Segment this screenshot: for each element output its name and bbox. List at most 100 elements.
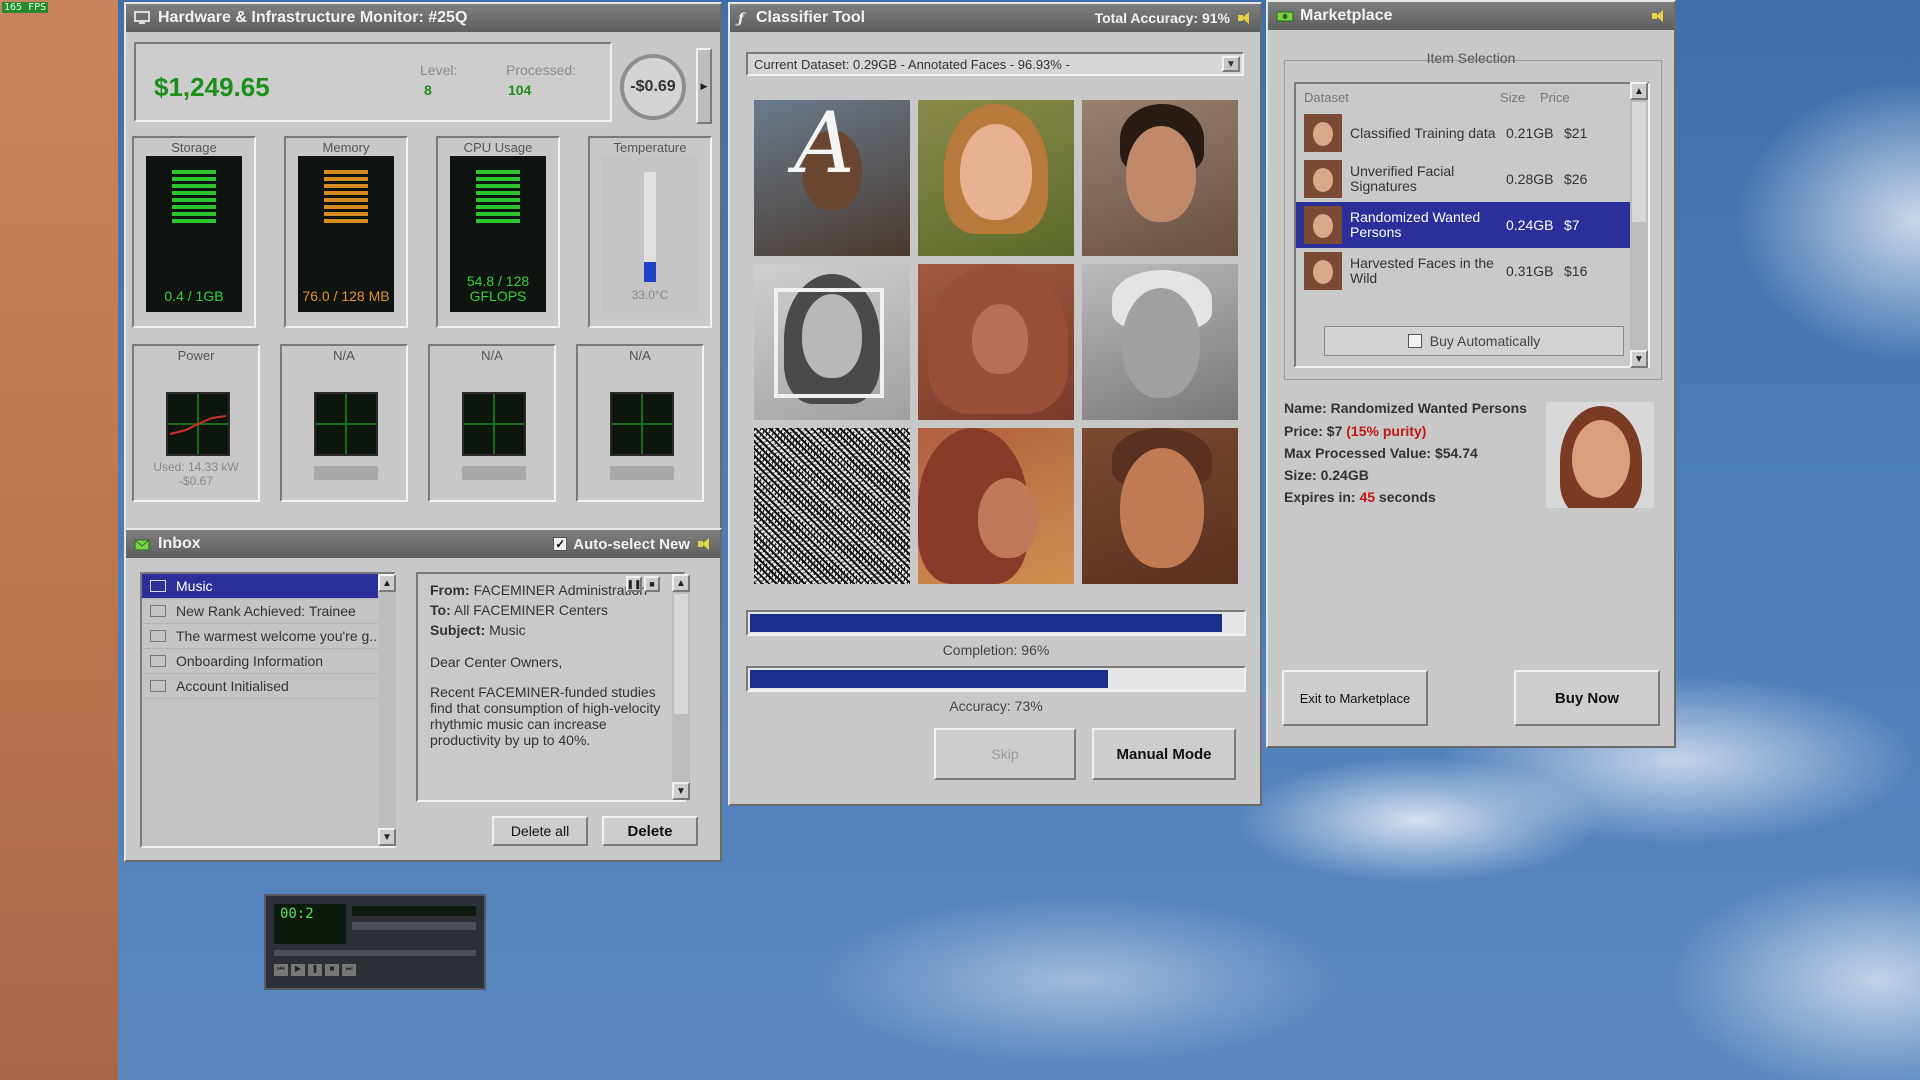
accuracy-label: Accuracy: 73% — [949, 698, 1043, 714]
selection-box[interactable] — [774, 288, 884, 398]
skip-button[interactable]: Skip — [934, 728, 1076, 780]
dataset-dropdown[interactable]: Current Dataset: 0.29GB - Annotated Face… — [746, 52, 1244, 76]
scroll-up-icon[interactable]: ▲ — [378, 574, 396, 592]
mail-list-scrollbar[interactable]: ▲ ▼ — [378, 574, 396, 846]
dataset-scroll-up-icon[interactable]: ▲ — [1630, 82, 1648, 100]
dataset-row[interactable]: Randomized Wanted Persons 0.24GB $7 — [1296, 202, 1648, 248]
col-size: Size — [1500, 89, 1526, 105]
next-icon[interactable]: ⏭ — [342, 964, 356, 976]
meter-segment — [324, 212, 368, 216]
mail-item-label: Onboarding Information — [176, 653, 324, 669]
processed-label: Processed: — [506, 62, 577, 78]
dataset-list-scrollbar[interactable]: ▲ ▼ — [1630, 82, 1648, 368]
inbox-sound-icon[interactable] — [698, 537, 712, 551]
inbox-icon — [134, 537, 150, 551]
mail-list-item[interactable]: New Rank Achieved: Trainee — [142, 599, 394, 624]
dataset-scroll-down-icon[interactable]: ▼ — [1630, 350, 1648, 368]
dataset-scroll-thumb[interactable] — [1632, 102, 1646, 222]
marketplace-titlebar[interactable]: Marketplace — [1268, 2, 1674, 30]
exit-to-marketplace-button[interactable]: Exit to Marketplace — [1282, 670, 1428, 726]
item-selection-label: Item Selection — [1426, 50, 1516, 66]
power-panel: Power Used: 14.33 kW -$0.67 — [132, 344, 260, 502]
mail-reader-scrollbar[interactable]: ▲ ▼ — [672, 574, 690, 800]
dataset-thumbnail — [1304, 252, 1342, 290]
face-tile[interactable]: A — [754, 100, 910, 256]
face-tile[interactable] — [918, 100, 1074, 256]
face-tile[interactable] — [1082, 100, 1238, 256]
pause-icon[interactable]: ❚❚ — [626, 576, 642, 592]
mail-list-item[interactable]: Music — [142, 574, 394, 599]
detail-price: Price: $7 (15% purity) — [1284, 420, 1544, 442]
mail-list-item[interactable]: The warmest welcome you're g... — [142, 624, 394, 649]
delete-button[interactable]: Delete — [602, 816, 698, 846]
face-tile[interactable] — [754, 264, 910, 420]
mail-item-label: Account Initialised — [176, 678, 289, 694]
mail-list-item[interactable]: Account Initialised — [142, 674, 394, 699]
dataset-row-size: 0.21GB — [1506, 125, 1554, 141]
marketplace-sound-icon[interactable] — [1652, 9, 1666, 23]
reader-scroll-thumb[interactable] — [674, 594, 688, 714]
col-price: Price — [1540, 89, 1570, 105]
detail-expires-value: 45 — [1359, 489, 1376, 505]
auto-select-checkbox[interactable]: ✓ — [553, 537, 568, 551]
power-value: Used: 14.33 kW -$0.67 — [134, 460, 258, 488]
prev-icon[interactable]: ⏮ — [274, 964, 288, 976]
meter-segment — [476, 212, 520, 216]
envelope-icon — [150, 630, 166, 642]
auto-select-toggle[interactable]: ✓ Auto-select New — [553, 536, 690, 553]
hardware-expand-button[interactable]: ▶ — [696, 48, 712, 124]
detail-price-value: Price: $7 — [1284, 423, 1347, 439]
face-tile[interactable] — [1082, 428, 1238, 584]
scroll-down-icon[interactable]: ▼ — [378, 828, 396, 846]
mail-greeting: Dear Center Owners, — [430, 654, 563, 670]
dataset-list-header: Dataset Size Price — [1296, 84, 1648, 110]
meter-segment — [324, 177, 368, 181]
to-label: To: — [430, 602, 451, 618]
marketplace-title: Marketplace — [1300, 7, 1393, 24]
dataset-row[interactable]: Harvested Faces in the Wild 0.31GB $16 — [1296, 248, 1648, 294]
reader-scroll-down-icon[interactable]: ▼ — [672, 782, 690, 800]
classifier-sound-icon[interactable] — [1238, 11, 1252, 25]
hardware-titlebar[interactable]: Hardware & Infrastructure Monitor: #25Q — [126, 4, 720, 32]
mail-list-item[interactable]: Onboarding Information — [142, 649, 394, 674]
dataset-row-size: 0.31GB — [1506, 263, 1554, 279]
power-used: Used: 14.33 kW — [153, 460, 239, 474]
manual-mode-button[interactable]: Manual Mode — [1092, 728, 1236, 780]
dataset-row[interactable]: Classified Training data 0.21GB $21 — [1296, 110, 1648, 156]
meter-segment — [324, 205, 368, 209]
dataset-thumbnail — [1304, 114, 1342, 152]
na-graph-2 — [462, 392, 526, 456]
delete-all-button[interactable]: Delete all — [492, 816, 588, 846]
face-tile[interactable] — [918, 428, 1074, 584]
face-tile[interactable] — [1082, 264, 1238, 420]
stats-box: $1,249.65 Level: 8 Processed: 104 — [134, 42, 612, 122]
dataset-thumbnail — [1304, 160, 1342, 198]
classifier-titlebar[interactable]: ƒ Classifier Tool Total Accuracy: 91% — [730, 4, 1260, 32]
meter-segment — [172, 212, 216, 216]
inbox-titlebar[interactable]: Inbox ✓ Auto-select New — [126, 530, 720, 558]
to-value: All FACEMINER Centers — [453, 602, 608, 618]
reader-scroll-up-icon[interactable]: ▲ — [672, 574, 690, 592]
face-tile-noise[interactable] — [754, 428, 910, 584]
dataset-row-size: 0.28GB — [1506, 171, 1554, 187]
col-dataset: Dataset — [1304, 89, 1349, 105]
buy-automatically-checkbox[interactable] — [1407, 334, 1422, 348]
desktop-background-left — [0, 0, 118, 1080]
meter-segment — [324, 198, 368, 202]
chevron-down-icon[interactable]: ▼ — [1222, 56, 1240, 72]
face-tile[interactable] — [918, 264, 1074, 420]
buy-now-button[interactable]: Buy Now — [1514, 670, 1660, 726]
dataset-row[interactable]: Unverified Facial Signatures 0.28GB $26 — [1296, 156, 1648, 202]
pause-player-icon[interactable]: ❚ — [308, 964, 322, 976]
buy-automatically-toggle[interactable]: Buy Automatically — [1324, 326, 1624, 356]
total-accuracy: Total Accuracy: 91% — [1094, 10, 1230, 26]
player-seek-bar[interactable] — [274, 950, 476, 956]
stop-player-icon[interactable]: ■ — [325, 964, 339, 976]
player-volume[interactable] — [352, 922, 476, 930]
stop-icon[interactable]: ■ — [644, 576, 660, 592]
na-label-3: N/A — [629, 348, 651, 363]
music-player-widget[interactable]: 00:2 ⏮ ▶ ❚ ■ ⏭ — [264, 894, 486, 990]
player-track-display — [352, 906, 476, 916]
play-icon[interactable]: ▶ — [291, 964, 305, 976]
mail-body: Recent FACEMINER-funded studies find tha… — [430, 684, 661, 748]
